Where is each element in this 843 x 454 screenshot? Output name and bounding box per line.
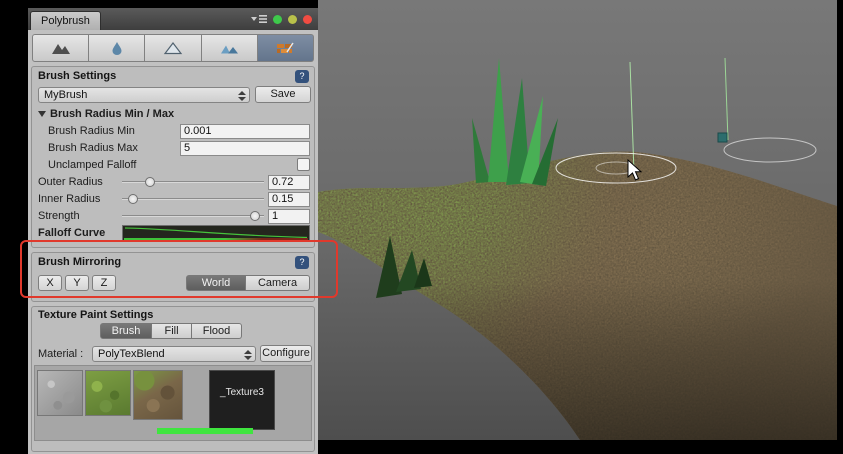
window-control-close[interactable] xyxy=(303,15,312,24)
slider-thumb[interactable] xyxy=(145,177,155,187)
unclamped-falloff-checkbox[interactable] xyxy=(297,158,310,171)
inner-radius-label: Inner Radius xyxy=(38,193,100,206)
brush-preset-value: MyBrush xyxy=(44,89,87,101)
tab-title: Polybrush xyxy=(41,15,90,27)
tool-paint-vertex-button[interactable] xyxy=(145,34,201,62)
window-controls xyxy=(251,8,312,30)
polybrush-window: Polybrush xyxy=(28,8,318,454)
strength-field[interactable]: 1 xyxy=(268,209,310,224)
paint-mode-tabs: Brush Fill Flood xyxy=(100,323,242,339)
dropdown-arrows-icon xyxy=(244,350,252,360)
space-world-button[interactable]: World xyxy=(186,275,246,291)
brush-mirroring-section: Brush Mirroring ? X Y Z World Camera xyxy=(31,252,315,302)
window-control-yellow[interactable] xyxy=(288,15,297,24)
texture-strength-bar xyxy=(157,428,253,434)
texture-swatch-1[interactable] xyxy=(85,370,131,416)
material-value: PolyTexBlend xyxy=(98,348,165,360)
radius-foldout-label: Brush Radius Min / Max xyxy=(50,108,174,120)
bricks-icon xyxy=(274,40,296,56)
falloff-curve-label: Falloff Curve xyxy=(38,227,105,240)
mode-fill-button[interactable]: Fill xyxy=(152,323,192,339)
radius-max-label: Brush Radius Max xyxy=(48,142,138,155)
inner-radius-value: 0.15 xyxy=(272,193,293,205)
brush-settings-section: Brush Settings ? MyBrush Save Brush Radi… xyxy=(31,66,315,248)
help-icon[interactable]: ? xyxy=(295,70,309,83)
strength-label: Strength xyxy=(38,210,80,223)
waves-icon xyxy=(218,40,240,56)
tool-scatter-button[interactable] xyxy=(202,34,258,62)
mode-brush-button[interactable]: Brush xyxy=(100,323,152,339)
mode-toolbar xyxy=(32,34,314,62)
help-icon[interactable]: ? xyxy=(295,256,309,269)
window-titlebar: Polybrush xyxy=(28,8,318,30)
mirror-z-button[interactable]: Z xyxy=(92,275,116,291)
slider-thumb[interactable] xyxy=(128,194,138,204)
radius-min-label: Brush Radius Min xyxy=(48,125,135,138)
material-label: Material : xyxy=(38,348,83,361)
radius-max-value: 5 xyxy=(184,142,190,154)
falloff-curve-preview xyxy=(123,226,309,241)
brush-preset-dropdown[interactable]: MyBrush xyxy=(38,87,250,103)
brush-mirroring-title: Brush Mirroring xyxy=(38,256,121,268)
triangle-outline-icon xyxy=(162,40,184,56)
slider-track xyxy=(122,215,264,217)
scatter-marker-cube xyxy=(718,133,727,142)
foldout-arrow-icon xyxy=(38,111,46,117)
scene-canvas xyxy=(318,0,837,440)
screenshot-frame: Polybrush xyxy=(0,0,843,454)
texture-swatch-2[interactable] xyxy=(133,370,183,420)
material-dropdown[interactable]: PolyTexBlend xyxy=(92,346,256,362)
tool-smooth-button[interactable] xyxy=(89,34,145,62)
outer-radius-slider[interactable] xyxy=(122,175,264,189)
strength-slider[interactable] xyxy=(122,209,264,223)
space-camera-button[interactable]: Camera xyxy=(246,275,310,291)
save-button[interactable]: Save xyxy=(255,86,311,103)
radius-min-value: 0.001 xyxy=(184,125,212,137)
brush-settings-title: Brush Settings xyxy=(38,70,116,82)
sculpt-icon xyxy=(50,40,72,56)
configure-button[interactable]: Configure xyxy=(260,345,312,362)
tool-sculpt-button[interactable] xyxy=(32,34,89,62)
outer-radius-label: Outer Radius xyxy=(38,176,103,189)
mirror-space-toggle: World Camera xyxy=(186,275,310,291)
inner-radius-slider[interactable] xyxy=(122,192,264,206)
texture-swatch-label: _Texture3 xyxy=(220,387,264,398)
radius-foldout[interactable]: Brush Radius Min / Max xyxy=(38,108,174,120)
radius-max-field[interactable]: 5 xyxy=(180,141,310,156)
texture-paint-section: Texture Paint Settings Brush Fill Flood … xyxy=(31,306,315,452)
slider-track xyxy=(122,181,264,183)
outer-radius-field[interactable]: 0.72 xyxy=(268,175,310,190)
dropdown-arrows-icon xyxy=(238,91,246,101)
strength-value: 1 xyxy=(272,210,278,222)
texture-paint-title: Texture Paint Settings xyxy=(38,309,153,321)
radius-min-field[interactable]: 0.001 xyxy=(180,124,310,139)
mirror-x-button[interactable]: X xyxy=(38,275,62,291)
texture-swatch-0[interactable] xyxy=(37,370,83,416)
falloff-curve-field[interactable] xyxy=(122,225,310,242)
droplet-icon xyxy=(106,40,128,56)
texture-palette: _Texture3 xyxy=(34,365,312,441)
scene-view[interactable] xyxy=(318,0,837,440)
slider-thumb[interactable] xyxy=(250,211,260,221)
window-control-green[interactable] xyxy=(273,15,282,24)
outer-radius-value: 0.72 xyxy=(272,176,293,188)
inner-radius-field[interactable]: 0.15 xyxy=(268,192,310,207)
unclamped-falloff-label: Unclamped Falloff xyxy=(48,159,136,172)
mirror-y-button[interactable]: Y xyxy=(65,275,89,291)
window-menu-icon[interactable] xyxy=(251,14,267,24)
tab-polybrush[interactable]: Polybrush xyxy=(30,11,101,30)
texture-swatch-3-selected[interactable]: _Texture3 xyxy=(209,370,275,430)
tool-texture-paint-button[interactable] xyxy=(258,34,314,62)
mode-flood-button[interactable]: Flood xyxy=(192,323,242,339)
slider-track xyxy=(122,198,264,200)
